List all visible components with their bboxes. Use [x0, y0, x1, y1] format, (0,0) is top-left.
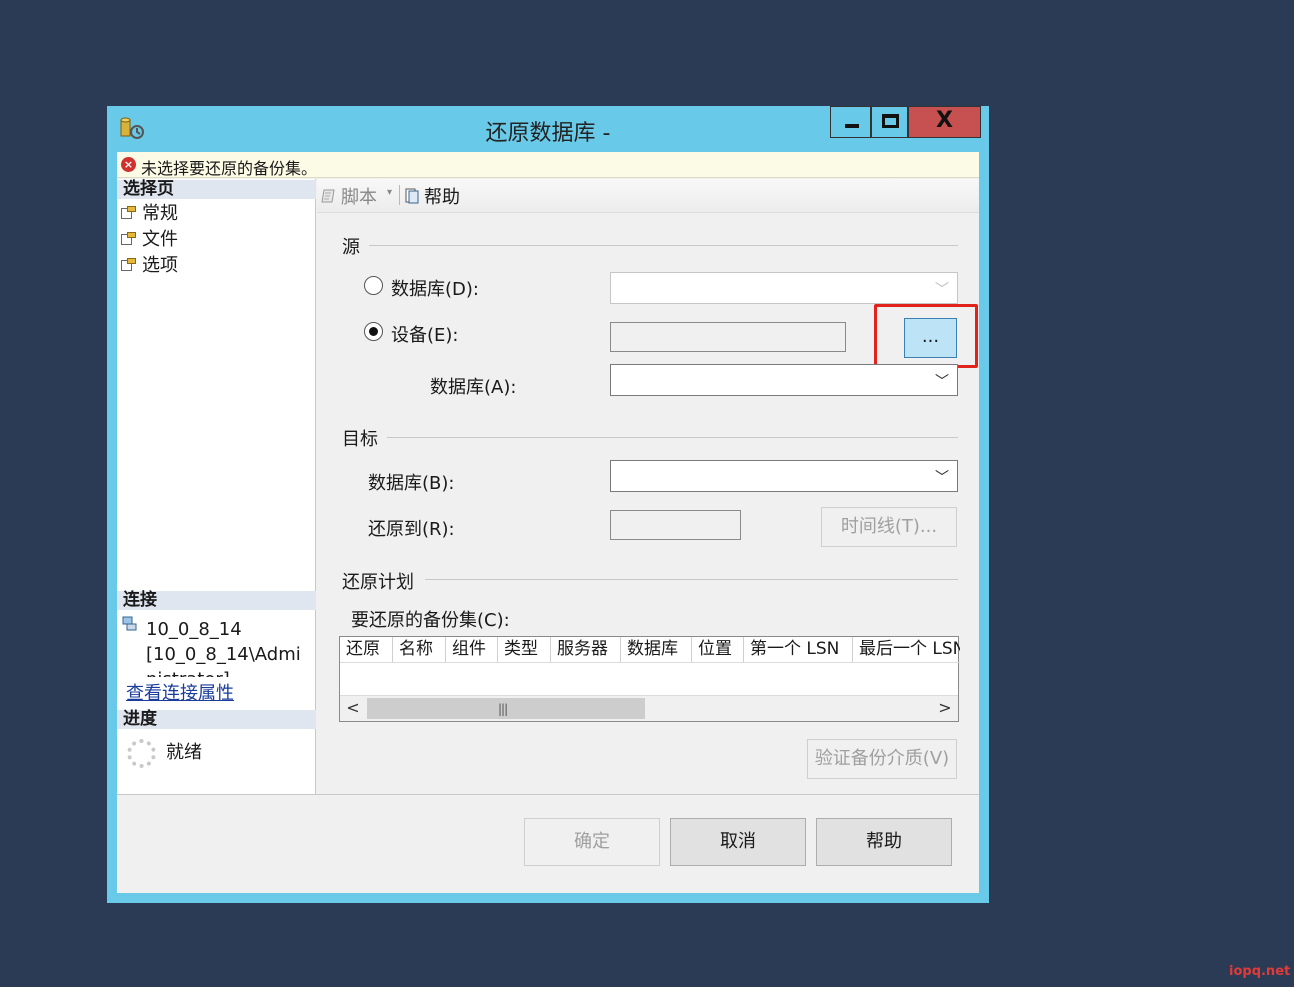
help-button[interactable]: 帮助: [816, 818, 952, 866]
source-backup-database-dropdown[interactable]: ﹀: [610, 364, 958, 396]
script-icon: [321, 189, 335, 203]
page-icon: [121, 257, 136, 271]
ok-button[interactable]: 确定: [524, 818, 660, 866]
error-message-bar: × 未选择要还原的备份集。: [117, 152, 979, 178]
restore-plan-group-title: 还原计划: [342, 572, 414, 593]
chevron-down-icon: ﹀: [935, 282, 949, 298]
column-header[interactable]: 数据库: [621, 637, 692, 662]
chevron-down-icon: ﹀: [935, 470, 949, 486]
progress-spinner-icon: [127, 739, 156, 768]
progress-header: 进度: [117, 710, 316, 729]
page-icon: [121, 231, 136, 245]
page-item-label: 文件: [142, 229, 178, 250]
maximize-button[interactable]: [871, 106, 908, 138]
watermark: iopq.net: [1229, 964, 1291, 979]
page-icon: [121, 205, 136, 219]
restore-plan-divider: [425, 579, 958, 580]
toolbar: 脚本 ▾ 帮助: [317, 179, 979, 213]
script-label: 脚本: [341, 187, 377, 208]
grip-icon: |||: [498, 702, 508, 716]
scroll-left-icon[interactable]: <: [340, 696, 366, 721]
column-header[interactable]: 名称: [393, 637, 446, 662]
column-header[interactable]: 类型: [498, 637, 551, 662]
dialog-client-area: × 未选择要还原的备份集。 选择页 常规 文件 选项 连接 10_0_8_14 …: [117, 152, 979, 893]
column-header[interactable]: 组件: [446, 637, 498, 662]
select-page-header: 选择页: [117, 180, 316, 199]
restore-database-window: 还原数据库 - X × 未选择要还原的备份集。 选择页 常规 文件 选项 连接: [107, 106, 989, 903]
connection-server: 10_0_8_14: [146, 619, 242, 640]
error-message: 未选择要还原的备份集。: [141, 159, 318, 178]
column-header[interactable]: 位置: [692, 637, 744, 662]
minimize-button[interactable]: [830, 106, 871, 138]
page-item-label: 常规: [142, 203, 178, 224]
column-header[interactable]: 第一个 LSN: [744, 637, 853, 662]
scrollbar-thumb[interactable]: |||: [367, 698, 645, 719]
page-item-options[interactable]: 选项: [121, 252, 178, 276]
server-connection-icon: [122, 616, 137, 631]
source-divider: [369, 245, 958, 246]
page-item-general[interactable]: 常规: [121, 200, 178, 224]
scroll-right-icon[interactable]: >: [932, 696, 958, 721]
destination-database-dropdown[interactable]: ﹀: [610, 460, 958, 492]
database-radio[interactable]: [364, 276, 383, 295]
restore-to-label: 还原到(R):: [368, 519, 455, 540]
help-toolbar-button[interactable]: 帮助: [404, 183, 460, 209]
script-button[interactable]: 脚本: [321, 183, 377, 209]
page-item-files[interactable]: 文件: [121, 226, 178, 250]
source-database-dropdown[interactable]: ﹀: [610, 272, 958, 304]
maximize-icon: [882, 114, 899, 128]
timeline-button[interactable]: 时间线(T)...: [821, 507, 957, 547]
device-radio-label: 设备(E):: [391, 325, 459, 346]
column-header[interactable]: 服务器: [551, 637, 621, 662]
destination-group-title: 目标: [342, 429, 378, 450]
error-icon: ×: [121, 157, 136, 172]
destination-divider: [387, 437, 958, 438]
device-path-field[interactable]: [610, 322, 846, 352]
close-icon: X: [936, 108, 953, 133]
database-radio-label: 数据库(D):: [391, 279, 479, 300]
highlight-box: [874, 304, 978, 368]
connection-info: 10_0_8_14 [10_0_8_14\Administrator]: [146, 617, 311, 677]
cancel-button[interactable]: 取消: [670, 818, 806, 866]
chevron-down-icon: ﹀: [935, 374, 949, 390]
minimize-icon: [845, 124, 859, 128]
left-panel: 选择页 常规 文件 选项 连接 10_0_8_14 [10_0_8_14\Adm…: [117, 179, 316, 794]
title-bar[interactable]: 还原数据库 - X: [107, 106, 989, 152]
verify-backup-media-button[interactable]: 验证备份介质(V): [807, 739, 957, 779]
page-item-label: 选项: [142, 255, 178, 276]
help-label: 帮助: [424, 187, 460, 208]
source-group-title: 源: [342, 237, 360, 258]
connection-header: 连接: [117, 591, 316, 610]
right-panel: 脚本 ▾ 帮助 源 数据库(D): ﹀ 设备(E): ... 数据库(A): ﹀…: [317, 179, 979, 794]
device-radio[interactable]: [364, 322, 383, 341]
close-button[interactable]: X: [908, 106, 981, 138]
dialog-button-bar: 确定 取消 帮助: [117, 794, 979, 893]
source-database-label: 数据库(A):: [430, 377, 517, 398]
connection-user: [10_0_8_14\Administrator]: [146, 644, 301, 677]
column-header[interactable]: 还原: [340, 637, 393, 662]
table-header: 还原 名称 组件 类型 服务器 数据库 位置 第一个 LSN 最后一个 LSN: [340, 637, 960, 663]
progress-status: 就绪: [166, 742, 202, 763]
destination-database-label: 数据库(B):: [368, 473, 455, 494]
restore-to-field[interactable]: [610, 510, 741, 540]
backup-sets-label: 要还原的备份集(C):: [351, 610, 510, 631]
help-icon: [405, 188, 419, 204]
toolbar-separator: [399, 185, 400, 205]
horizontal-scrollbar[interactable]: < ||| >: [340, 695, 958, 721]
column-header[interactable]: 最后一个 LSN: [853, 637, 960, 662]
script-dropdown-arrow-icon[interactable]: ▾: [387, 187, 392, 198]
backup-sets-table[interactable]: 还原 名称 组件 类型 服务器 数据库 位置 第一个 LSN 最后一个 LSN …: [339, 636, 960, 722]
view-connection-properties-link[interactable]: 查看连接属性: [126, 679, 234, 705]
